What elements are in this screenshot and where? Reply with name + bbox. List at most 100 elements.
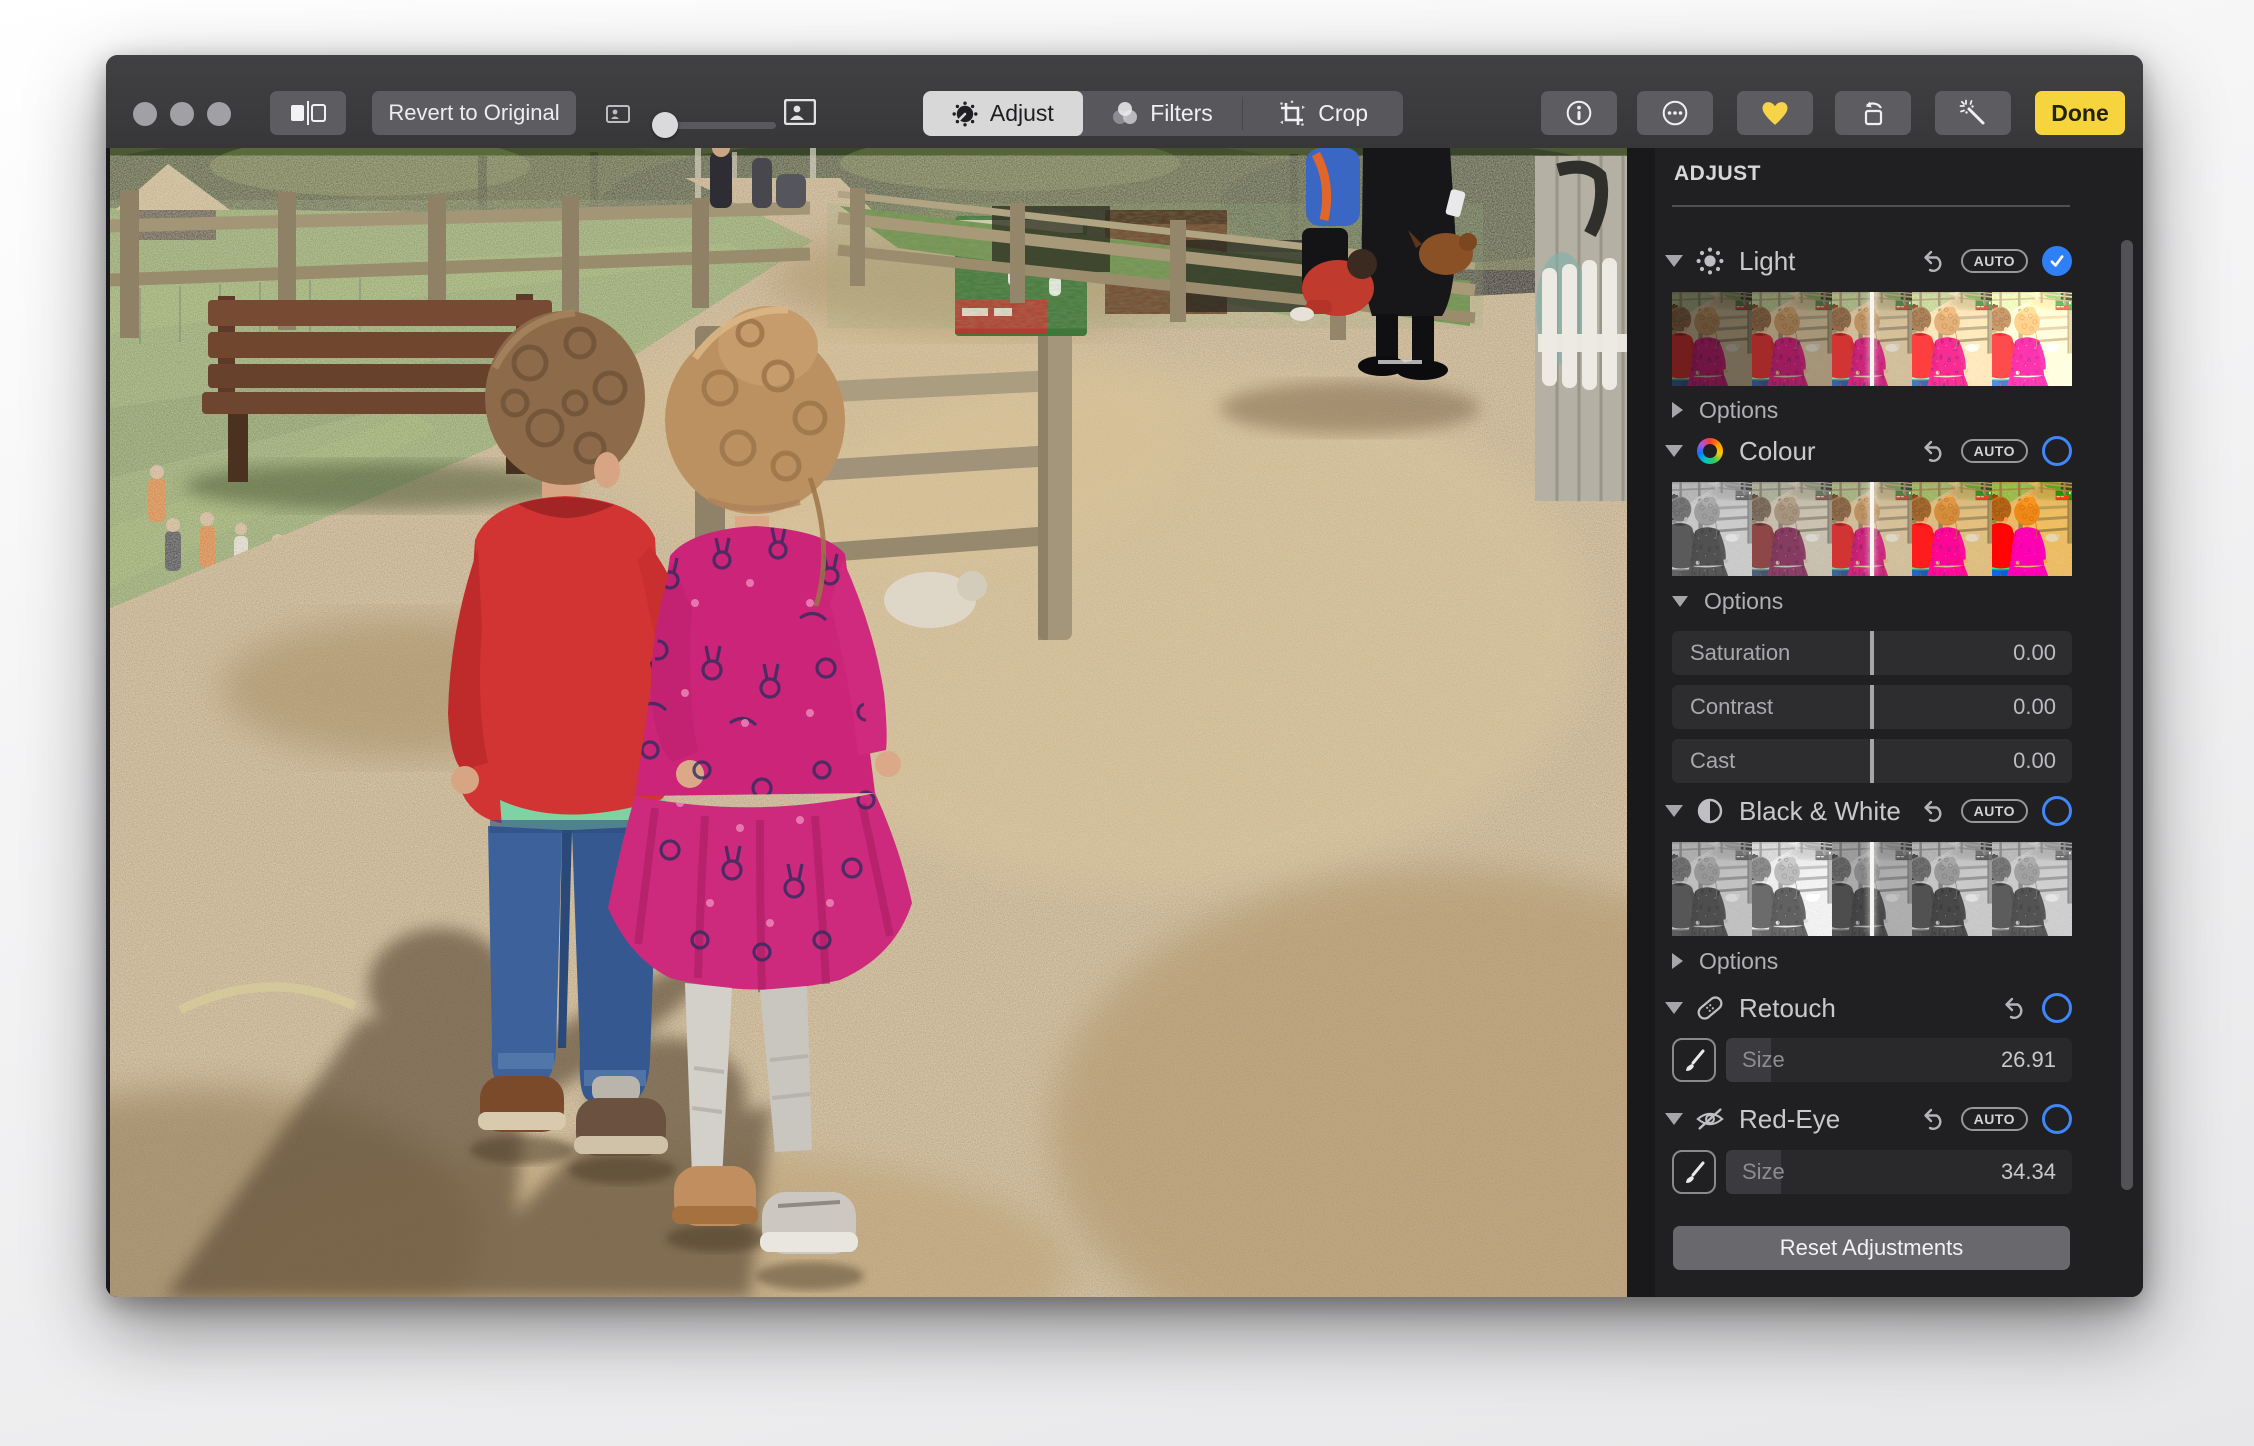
black-white-enabled-checkbox[interactable] bbox=[2042, 796, 2072, 826]
auto-enhance-button[interactable] bbox=[1935, 91, 2011, 135]
rotate-icon bbox=[1864, 101, 1883, 126]
black-white-label: Black & White bbox=[1739, 795, 1901, 826]
tab-crop-label: Crop bbox=[1318, 100, 1369, 126]
tab-adjust[interactable]: Adjust bbox=[923, 91, 1083, 136]
reset-adjustments-button[interactable]: Reset Adjustments bbox=[1673, 1226, 2070, 1270]
colour-strip-thumbnail[interactable] bbox=[1752, 482, 1832, 576]
black-white-disclosure-triangle[interactable] bbox=[1665, 805, 1683, 817]
colour-options-row[interactable]: Options bbox=[1672, 585, 2143, 617]
compare-before-after-button[interactable] bbox=[270, 91, 346, 135]
saturation-slider[interactable]: Saturation 0.00 bbox=[1672, 631, 2072, 675]
colour-options-label: Options bbox=[1704, 587, 1784, 614]
retouch-size-slider[interactable]: Size 26.91 bbox=[1726, 1037, 2072, 1082]
zoom-slider-knob[interactable] bbox=[652, 112, 678, 138]
done-button[interactable]: Done bbox=[2035, 91, 2125, 135]
light-options-row[interactable]: Options bbox=[1672, 394, 2143, 426]
black-white-level-indicator[interactable] bbox=[1870, 842, 1874, 936]
colour-strip-thumbnail[interactable] bbox=[1912, 482, 1992, 576]
saturation-label: Saturation bbox=[1690, 640, 1791, 665]
favorite-button[interactable] bbox=[1737, 91, 1813, 135]
black-white-strip-thumbnail[interactable] bbox=[1752, 842, 1832, 936]
black-white-options-row[interactable]: Options bbox=[1672, 945, 2143, 977]
colour-strip-thumbnail[interactable] bbox=[1672, 482, 1752, 576]
brush-icon bbox=[1686, 1161, 1705, 1183]
more-options-button[interactable] bbox=[1637, 91, 1713, 135]
rotate-button[interactable] bbox=[1835, 91, 1911, 135]
black-white-strip-thumbnail[interactable] bbox=[1672, 842, 1752, 936]
black-white-strip-thumbnail[interactable] bbox=[1912, 842, 1992, 936]
photo-image[interactable] bbox=[110, 148, 1627, 1297]
adjust-dial-icon bbox=[952, 101, 978, 126]
retouch-disclosure-triangle[interactable] bbox=[1665, 1002, 1683, 1014]
revert-to-original-label: Revert to Original bbox=[388, 100, 560, 125]
section-colour-header: Colour AUTO bbox=[1665, 434, 2072, 468]
sidebar-scrollbar[interactable] bbox=[2121, 240, 2133, 1190]
light-strip-thumbnail[interactable] bbox=[1912, 292, 1992, 386]
slider-center-handle[interactable] bbox=[1870, 739, 1874, 783]
black-white-reset-button[interactable] bbox=[1923, 799, 1947, 823]
light-auto-button[interactable]: AUTO bbox=[1960, 249, 2028, 273]
undo-icon bbox=[1923, 250, 1942, 272]
retouch-label: Retouch bbox=[1739, 992, 1836, 1023]
light-icon bbox=[1695, 247, 1725, 275]
red-eye-enabled-checkbox[interactable] bbox=[2042, 1104, 2072, 1134]
red-eye-brush-button[interactable] bbox=[1672, 1149, 1716, 1194]
retouch-brush-button[interactable] bbox=[1672, 1037, 1716, 1082]
light-strip-thumbnail[interactable] bbox=[1672, 292, 1752, 386]
toolbar: Revert to Original Adjust Filters Crop D… bbox=[106, 55, 2143, 149]
contrast-slider[interactable]: Contrast 0.00 bbox=[1672, 685, 2072, 729]
retouch-size-label: Size bbox=[1742, 1046, 1785, 1072]
saturation-value: 0.00 bbox=[2013, 640, 2056, 665]
undo-icon bbox=[1923, 1108, 1942, 1130]
light-thumbnail-strip bbox=[1672, 292, 2072, 386]
minimize-window-button[interactable] bbox=[170, 102, 194, 126]
retouch-reset-button[interactable] bbox=[2004, 996, 2028, 1020]
tab-crop[interactable]: Crop bbox=[1243, 91, 1403, 136]
heart-icon bbox=[1762, 101, 1788, 125]
colour-auto-button[interactable]: AUTO bbox=[1960, 439, 2028, 463]
contrast-value: 0.00 bbox=[2013, 694, 2056, 719]
section-black-white-header: Black & White AUTO bbox=[1665, 794, 2072, 828]
red-eye-size-label: Size bbox=[1742, 1158, 1785, 1184]
reset-adjustments-label: Reset Adjustments bbox=[1779, 1235, 1964, 1260]
black-white-thumbnail-strip bbox=[1672, 842, 2072, 936]
light-strip-thumbnail[interactable] bbox=[1992, 292, 2072, 386]
red-eye-auto-button[interactable]: AUTO bbox=[1960, 1107, 2028, 1131]
undo-icon bbox=[2005, 997, 2023, 1019]
info-button[interactable] bbox=[1541, 91, 1617, 135]
edit-content: ADJUST Light AUTO Options Colour AUTO Op… bbox=[106, 148, 2143, 1297]
colour-level-indicator[interactable] bbox=[1870, 482, 1874, 576]
colour-enabled-checkbox[interactable] bbox=[2042, 436, 2072, 466]
red-eye-reset-button[interactable] bbox=[1923, 1107, 1947, 1131]
black-white-strip-thumbnail[interactable] bbox=[1992, 842, 2072, 936]
zoom-out-photo-icon bbox=[606, 105, 630, 128]
black-white-options-disclosure-icon bbox=[1672, 953, 1683, 969]
colour-strip-thumbnail[interactable] bbox=[1992, 482, 2072, 576]
colour-options-disclosure-icon bbox=[1672, 595, 1688, 607]
red-eye-disclosure-triangle[interactable] bbox=[1665, 1113, 1683, 1125]
adjust-sidebar: ADJUST Light AUTO Options Colour AUTO Op… bbox=[1655, 148, 2143, 1297]
retouch-enabled-checkbox[interactable] bbox=[2042, 993, 2072, 1023]
red-eye-size-slider[interactable]: Size 34.34 bbox=[1726, 1149, 2072, 1194]
slider-center-handle[interactable] bbox=[1870, 685, 1874, 729]
light-reset-button[interactable] bbox=[1923, 249, 1947, 273]
filters-icon bbox=[1113, 101, 1138, 124]
red-eye-label: Red-Eye bbox=[1739, 1103, 1841, 1134]
revert-to-original-button[interactable]: Revert to Original bbox=[372, 91, 576, 135]
close-window-button[interactable] bbox=[133, 102, 157, 126]
colour-disclosure-triangle[interactable] bbox=[1665, 445, 1683, 457]
red-eye-size-row: Size 34.34 bbox=[1672, 1149, 2072, 1194]
light-enabled-checkbox[interactable] bbox=[2042, 246, 2072, 276]
cast-slider[interactable]: Cast 0.00 bbox=[1672, 739, 2072, 783]
colour-reset-button[interactable] bbox=[1923, 439, 1947, 463]
black-white-auto-button[interactable]: AUTO bbox=[1960, 799, 2028, 823]
light-label: Light bbox=[1739, 245, 1796, 276]
tab-filters[interactable]: Filters bbox=[1083, 91, 1243, 136]
light-disclosure-triangle[interactable] bbox=[1665, 255, 1683, 267]
zoom-window-button[interactable] bbox=[207, 102, 231, 126]
black-white-icon bbox=[1695, 798, 1725, 824]
magic-wand-icon bbox=[1959, 99, 1985, 125]
light-strip-thumbnail[interactable] bbox=[1752, 292, 1832, 386]
light-level-indicator[interactable] bbox=[1870, 292, 1874, 386]
slider-center-handle[interactable] bbox=[1870, 631, 1874, 675]
